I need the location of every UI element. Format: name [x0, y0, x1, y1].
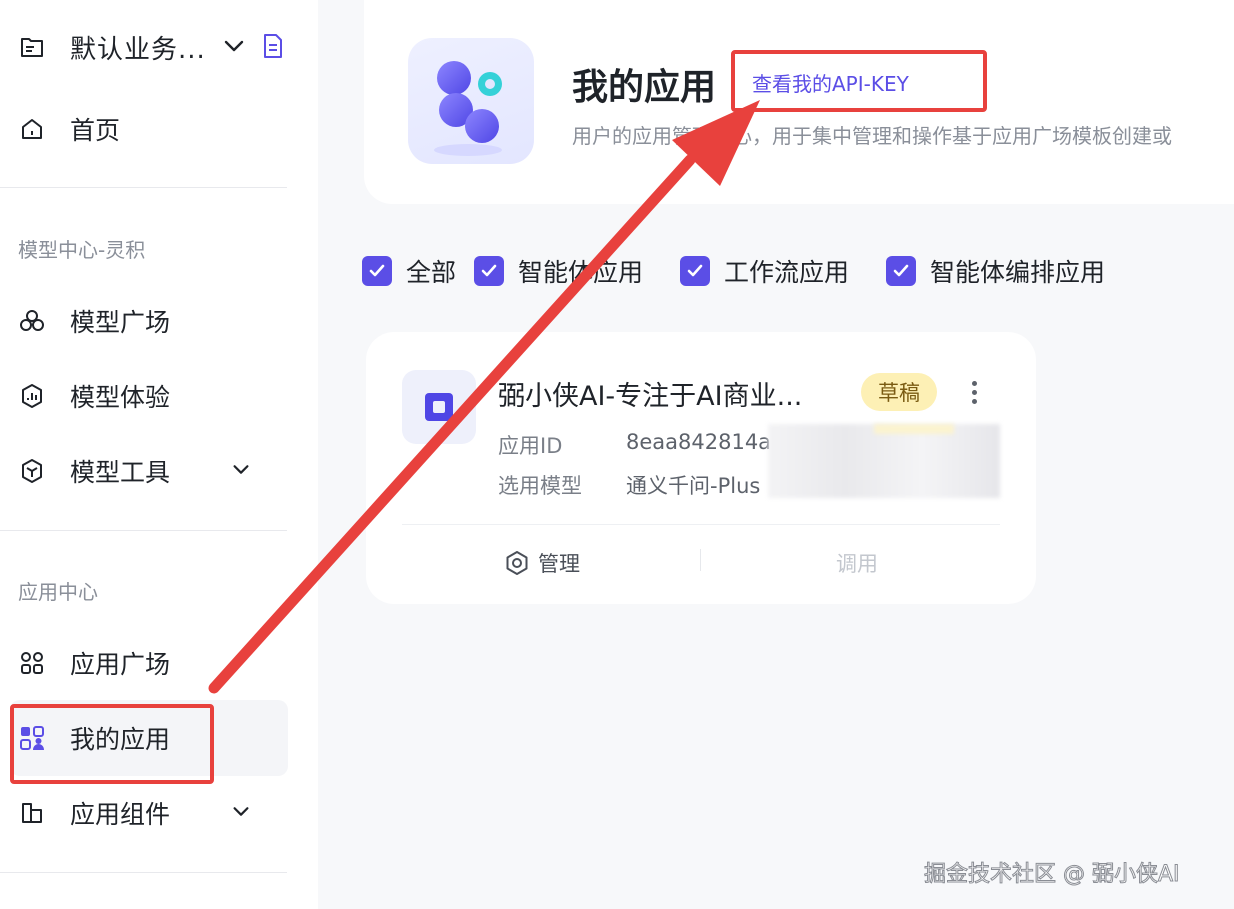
watermark: 掘金技术社区 @ 弼小侠AI	[924, 862, 1181, 888]
annotation-arrow	[208, 100, 760, 694]
